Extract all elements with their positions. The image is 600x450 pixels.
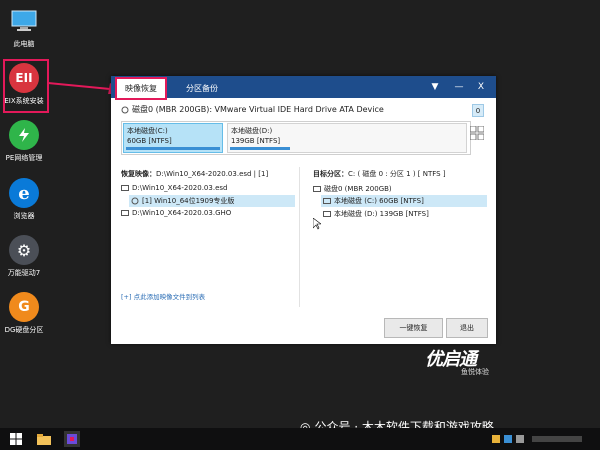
desktop-icon-computer[interactable]: 此电脑 — [0, 6, 54, 49]
windows-icon — [10, 433, 22, 445]
desktop-icon-label: PE网络管理 — [5, 154, 43, 162]
dropdown-button[interactable]: ▼ — [427, 79, 443, 95]
partition-icon — [323, 210, 331, 217]
taskbar — [0, 428, 600, 450]
image-file-name: D:\Win10_X64-2020.03.esd — [132, 184, 228, 192]
add-image-link[interactable]: [+] 点此添加映像文件到列表 — [121, 291, 205, 301]
eix-icon: EII — [9, 63, 39, 93]
image-file-gho[interactable]: D:\Win10_X64-2020.03.GHO — [121, 209, 231, 217]
tab-image-restore[interactable]: 映像恢复 — [115, 77, 167, 100]
browser-icon: e — [9, 178, 39, 208]
desktop-icon-eix[interactable]: EII EIX系统安装 — [0, 63, 54, 106]
file-icon — [121, 184, 129, 191]
target-disk-name: 磁盘0 (MBR 200GB) — [324, 185, 392, 193]
disk-info: 磁盘0 (MBR 200GB): VMware Virtual IDE Hard… — [121, 104, 384, 115]
disc-icon — [131, 197, 139, 205]
folder-icon — [37, 433, 51, 445]
file-icon — [121, 209, 129, 216]
image-file-esd[interactable]: D:\Win10_X64-2020.03.esd — [121, 184, 227, 192]
one-click-restore-button[interactable]: 一键恢复 — [384, 318, 443, 338]
disk-icon — [313, 185, 321, 192]
partition-icon — [323, 197, 331, 204]
app-icon — [67, 434, 77, 444]
partition-usage-bar — [126, 147, 220, 150]
window-titlebar: 映像恢复 分区备份 ▼ — X — [111, 76, 496, 100]
partition-usage-bar — [230, 147, 290, 150]
taskbar-app[interactable] — [64, 431, 80, 447]
target-partition-name: 本地磁盘 (C:) 60GB [NTFS] — [334, 197, 424, 205]
exit-button[interactable]: 退出 — [446, 318, 488, 338]
image-volume-item[interactable]: [1] Win10_64位1909专业版 — [129, 195, 295, 207]
restore-image-value: D:\Win10_X64-2020.03.esd | [1] — [156, 170, 269, 178]
desktop-icon-driver[interactable]: ⚙ 万能驱动7 — [0, 235, 54, 278]
target-partition-header: 目标分区：C: ( 磁盘 0 : 分区 1 ) [ NTFS ] — [313, 169, 446, 179]
disk-index-badge[interactable]: 0 — [472, 104, 484, 117]
disk-title: 磁盘0 (MBR 200GB): VMware Virtual IDE Hard… — [132, 105, 384, 114]
eix-icon-text: EII — [15, 71, 33, 85]
desktop-icon-label: 万能驱动7 — [7, 269, 41, 277]
target-partition-c[interactable]: 本地磁盘 (C:) 60GB [NTFS] — [321, 195, 487, 207]
desktop-icon-label: EIX系统安装 — [4, 97, 44, 105]
system-tray[interactable] — [492, 433, 592, 445]
view-grid-icon[interactable] — [470, 126, 484, 140]
partition-info: 139GB [NTFS] — [231, 137, 281, 145]
dg-icon: G — [9, 292, 39, 322]
restore-image-header: 恢复映像：D:\Win10_X64-2020.03.esd | [1] — [121, 169, 268, 179]
target-partition-value: C: ( 磁盘 0 : 分区 1 ) [ NTFS ] — [348, 170, 446, 178]
image-volume-name: [1] Win10_64位1909专业版 — [142, 197, 235, 205]
partition-name: 本地磁盘(C:) — [127, 127, 168, 135]
tab-partition-backup[interactable]: 分区备份 — [179, 79, 225, 98]
mouse-cursor-icon — [313, 218, 321, 230]
dg-icon-text: G — [18, 299, 30, 315]
start-button[interactable] — [8, 431, 24, 447]
partition-name: 本地磁盘(D:) — [231, 127, 273, 135]
network-icon — [9, 120, 39, 150]
desktop-icon-network[interactable]: PE网络管理 — [0, 120, 54, 163]
partition-d[interactable]: 本地磁盘(D:) 139GB [NTFS] — [227, 123, 467, 153]
target-partition-d[interactable]: 本地磁盘 (D:) 139GB [NTFS] — [323, 209, 429, 219]
desktop-icon-label: DG硬盘分区 — [4, 326, 44, 334]
desktop-icon-browser[interactable]: e 浏览器 — [0, 178, 54, 221]
image-restore-window: 映像恢复 分区备份 ▼ — X 磁盘0 (MBR 200GB): VMware … — [111, 76, 496, 344]
target-partition-name: 本地磁盘 (D:) 139GB [NTFS] — [334, 210, 429, 218]
partition-c[interactable]: 本地磁盘(C:) 60GB [NTFS] — [123, 123, 223, 153]
partition-map: 本地磁盘(C:) 60GB [NTFS] 本地磁盘(D:) 139GB [NTF… — [121, 121, 471, 155]
panel-divider — [299, 167, 300, 307]
restore-image-label: 恢复映像： — [121, 170, 156, 178]
desktop-icon-dg[interactable]: G DG硬盘分区 — [0, 292, 54, 335]
computer-icon — [9, 6, 39, 36]
refresh-icon[interactable] — [121, 106, 129, 114]
gear-icon: ⚙ — [9, 235, 39, 265]
brand-subtitle: 鱼悦体验 — [461, 368, 489, 376]
target-partition-label: 目标分区： — [313, 170, 348, 178]
desktop-icon-label: 此电脑 — [13, 40, 35, 48]
target-disk-item[interactable]: 磁盘0 (MBR 200GB) — [313, 184, 392, 194]
desktop-icon-label: 浏览器 — [13, 212, 35, 220]
close-button[interactable]: X — [473, 79, 489, 95]
partition-info: 60GB [NTFS] — [127, 137, 172, 145]
image-file-name: D:\Win10_X64-2020.03.GHO — [132, 209, 232, 217]
minimize-button[interactable]: — — [451, 79, 467, 95]
taskbar-explorer[interactable] — [36, 431, 52, 447]
